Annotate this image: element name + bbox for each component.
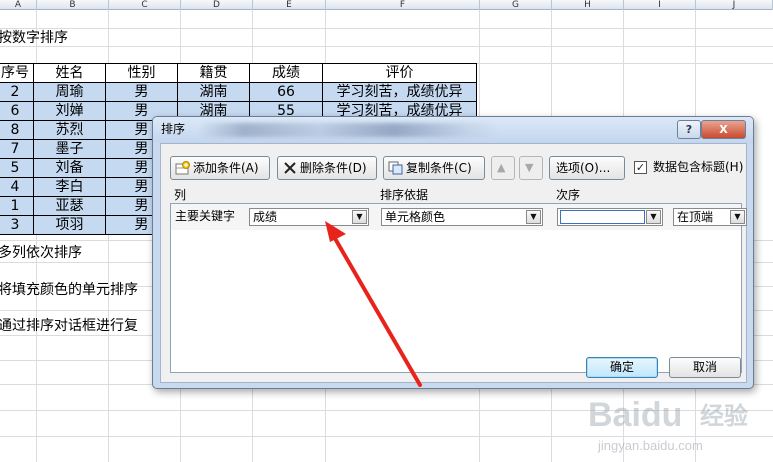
dialog-title-bar[interactable]: 排序 ? X bbox=[153, 117, 753, 143]
grid-line bbox=[0, 410, 773, 411]
dialog-title: 排序 bbox=[161, 122, 186, 136]
position-dropdown[interactable]: 在顶端 ▼ bbox=[673, 208, 747, 226]
table-cell[interactable]: 6 bbox=[0, 101, 34, 121]
sheet-heading[interactable]: 按数字排序 bbox=[0, 29, 68, 47]
chevron-down-icon: ▼ bbox=[526, 210, 541, 224]
header-checkbox[interactable]: ✓ bbox=[634, 161, 647, 174]
grid-line bbox=[0, 436, 773, 437]
condition-list: 主要关键字 成绩 ▼ 单元格颜色 ▼ ▼ 在顶端 ▼ bbox=[170, 203, 747, 373]
column-header-j[interactable]: J bbox=[696, 0, 773, 10]
table-cell[interactable]: 亚瑟 bbox=[33, 196, 106, 216]
table-cell[interactable]: 5 bbox=[0, 158, 34, 178]
column-header-f[interactable]: F bbox=[326, 0, 480, 10]
copy-icon bbox=[388, 161, 403, 175]
grid-line bbox=[0, 28, 773, 29]
delete-icon bbox=[284, 162, 296, 174]
table-cell[interactable]: 刘备 bbox=[33, 158, 106, 178]
sort-on-heading: 排序依据 bbox=[380, 188, 429, 202]
order-heading: 次序 bbox=[556, 188, 581, 202]
column-dropdown-value: 成绩 bbox=[253, 210, 278, 224]
header-cell[interactable]: 成绩 bbox=[249, 63, 323, 83]
table-cell[interactable]: 刘婵 bbox=[33, 101, 106, 121]
close-button[interactable]: X bbox=[701, 120, 746, 139]
delete-condition-label: 删除条件(D) bbox=[300, 161, 367, 175]
sheet-note[interactable]: 通过排序对话框进行复 bbox=[0, 317, 138, 335]
help-button[interactable]: ? bbox=[677, 120, 701, 139]
header-cell[interactable]: 籍贯 bbox=[177, 63, 250, 83]
delete-condition-button[interactable]: 删除条件(D) bbox=[277, 156, 377, 180]
condition-row[interactable]: 主要关键字 成绩 ▼ 单元格颜色 ▼ ▼ 在顶端 ▼ bbox=[171, 204, 747, 230]
table-cell[interactable]: 男 bbox=[105, 82, 178, 102]
ok-button[interactable]: 确定 bbox=[586, 357, 658, 378]
table-header-row: 序号 姓名 性别 籍贯 成绩 评价 bbox=[0, 63, 477, 83]
table-cell[interactable]: 2 bbox=[0, 82, 34, 102]
column-header-bar: A B C D E F G H I J bbox=[0, 0, 773, 10]
column-header-d[interactable]: D bbox=[181, 0, 253, 10]
table-cell[interactable]: 苏烈 bbox=[33, 120, 106, 140]
header-cell[interactable]: 评价 bbox=[322, 63, 477, 83]
position-dropdown-value: 在顶端 bbox=[677, 210, 714, 224]
sheet-note[interactable]: 多列依次排序 bbox=[0, 244, 82, 262]
condition-column-headers: 列 排序依据 次序 bbox=[170, 187, 742, 203]
table-cell[interactable]: 7 bbox=[0, 139, 34, 159]
add-condition-icon bbox=[175, 161, 190, 175]
table-cell[interactable]: 1 bbox=[0, 196, 34, 216]
sort-on-dropdown-value: 单元格颜色 bbox=[385, 210, 446, 224]
table-cell[interactable]: 3 bbox=[0, 215, 34, 235]
column-header-c[interactable]: C bbox=[109, 0, 181, 10]
table-row: 2 周瑜 男 湖南 66 学习刻苦，成绩优异 bbox=[0, 82, 477, 102]
copy-condition-label: 复制条件(C) bbox=[406, 161, 472, 175]
column-dropdown[interactable]: 成绩 ▼ bbox=[249, 208, 369, 226]
table-cell[interactable]: 墨子 bbox=[33, 139, 106, 159]
column-header-e[interactable]: E bbox=[253, 0, 326, 10]
header-checkbox-label: 数据包含标题(H) bbox=[653, 160, 744, 174]
column-header-a[interactable]: A bbox=[0, 0, 37, 10]
table-cell[interactable]: 4 bbox=[0, 177, 34, 197]
table-cell[interactable]: 学习刻苦，成绩优异 bbox=[322, 82, 477, 102]
column-header-b[interactable]: B bbox=[37, 0, 109, 10]
order-color-swatch bbox=[560, 210, 645, 224]
sort-on-dropdown[interactable]: 单元格颜色 ▼ bbox=[381, 208, 543, 226]
column-header-i[interactable]: I bbox=[624, 0, 696, 10]
move-down-button[interactable]: ▼ bbox=[519, 156, 543, 180]
options-button[interactable]: 选项(O)... bbox=[549, 156, 625, 180]
order-color-dropdown[interactable]: ▼ bbox=[557, 208, 663, 226]
table-cell[interactable]: 8 bbox=[0, 120, 34, 140]
primary-key-label: 主要关键字 bbox=[175, 209, 236, 223]
table-cell[interactable]: 项羽 bbox=[33, 215, 106, 235]
column-header-g[interactable]: G bbox=[480, 0, 552, 10]
chevron-down-icon: ▼ bbox=[646, 210, 661, 224]
column-header-h[interactable]: H bbox=[552, 0, 624, 10]
arrow-down-icon: ▼ bbox=[525, 161, 534, 174]
move-up-button[interactable]: ▲ bbox=[491, 156, 515, 180]
sort-dialog: 排序 ? X 添加条件(A) 删除条件(D) 复制条件(C) ▲ ▼ 选项(O)… bbox=[152, 116, 754, 389]
table-cell[interactable]: 周瑜 bbox=[33, 82, 106, 102]
sheet-note[interactable]: 将填充颜色的单元排序 bbox=[0, 281, 138, 299]
grid-line bbox=[0, 46, 773, 47]
blurred-title-area bbox=[199, 123, 499, 137]
add-condition-button[interactable]: 添加条件(A) bbox=[170, 156, 270, 180]
table-cell[interactable]: 湖南 bbox=[177, 82, 250, 102]
table-cell[interactable]: 李白 bbox=[33, 177, 106, 197]
header-cell[interactable]: 姓名 bbox=[33, 63, 106, 83]
header-cell[interactable]: 性别 bbox=[105, 63, 178, 83]
chevron-down-icon: ▼ bbox=[352, 210, 367, 224]
chevron-down-icon: ▼ bbox=[730, 210, 745, 224]
add-condition-label: 添加条件(A) bbox=[193, 161, 259, 175]
table-cell[interactable]: 66 bbox=[249, 82, 323, 102]
column-heading: 列 bbox=[174, 188, 187, 202]
dialog-content: 添加条件(A) 删除条件(D) 复制条件(C) ▲ ▼ 选项(O)... ✓ 数… bbox=[160, 143, 747, 383]
header-cell[interactable]: 序号 bbox=[0, 63, 34, 83]
cancel-button[interactable]: 取消 bbox=[669, 357, 741, 378]
arrow-up-icon: ▲ bbox=[497, 161, 506, 174]
copy-condition-button[interactable]: 复制条件(C) bbox=[383, 156, 485, 180]
